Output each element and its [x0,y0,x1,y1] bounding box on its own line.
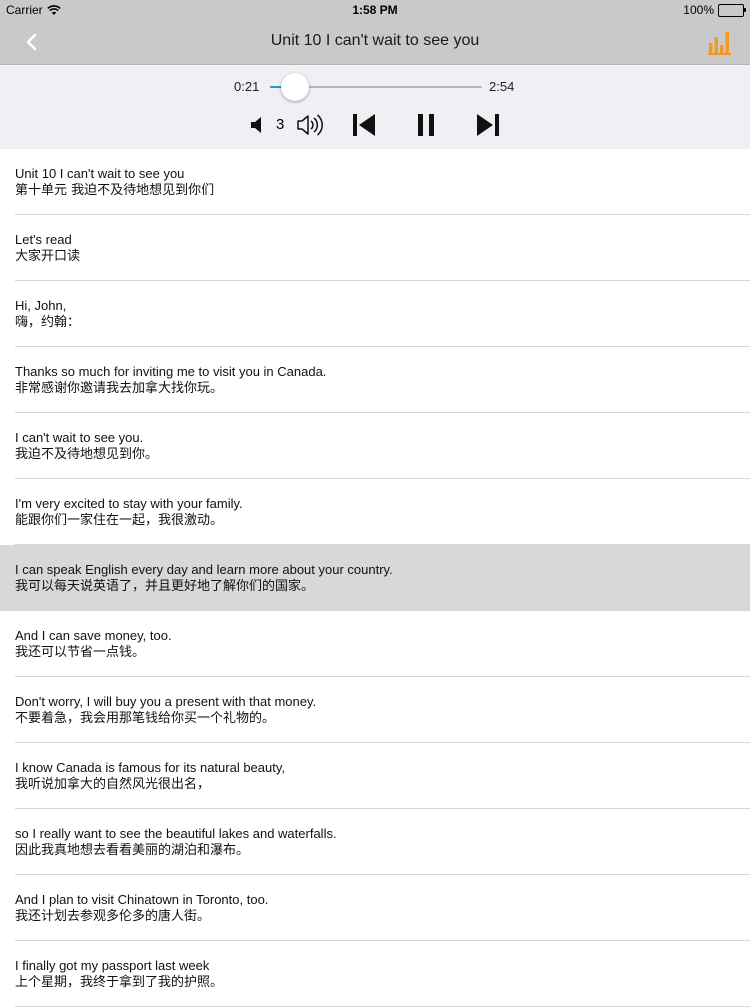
sentence-chinese: 因此我真地想去看看美丽的湖泊和瀑布。 [15,843,250,858]
sentence-english: Hi, John, [15,298,67,313]
volume-level: 3 [276,116,285,133]
playback-controls: 3 [0,109,750,141]
sentence-english: I know Canada is famous for its natural … [15,760,286,775]
equalizer-icon [708,32,731,55]
sentence-row[interactable]: Thanks so much for inviting me to visit … [0,347,750,413]
skip-next-icon [477,114,499,136]
sentence-row[interactable]: And I can save money, too. 我还可以节省一点钱。 [0,611,750,677]
sentence-chinese: 不要着急，我会用那笔钱给你买一个礼物的。 [15,711,276,726]
sentence-chinese: 能跟你们一家住在一起，我很激动。 [15,513,224,528]
sentence-row[interactable]: so I really want to see the beautiful la… [0,809,750,875]
sentence-row[interactable]: I finally got my passport last week 上个星期，… [0,941,750,1007]
sentence-row[interactable]: I can't wait to see you. 我迫不及待地想见到你。 [0,413,750,479]
total-duration: 2:54 [489,79,515,94]
sentence-row[interactable]: Unit 10 I can't wait to see you 第十单元 我迫不及… [0,149,750,215]
sentence-row[interactable]: And I plan to visit Chinatown in Toronto… [0,875,750,941]
page-title: Unit 10 I can't wait to see you [270,32,480,49]
sentence-chinese: 嗨，约翰： [15,315,81,330]
previous-button[interactable] [350,111,378,139]
sentence-chinese: 我还可以节省一点钱。 [15,645,146,660]
equalizer-button[interactable] [708,29,732,55]
status-time: 1:58 PM [352,3,398,17]
sentence-chinese: 我可以每天说英语了，并且更好地了解你们的国家。 [15,579,315,594]
sentence-chinese: 大家开口读 [15,249,81,264]
audio-player: 0:21 2:54 3 [0,65,750,149]
next-button[interactable] [474,111,502,139]
pause-button[interactable] [414,111,438,139]
battery-percent: 100% [683,3,714,17]
sentence-english: so I really want to see the beautiful la… [15,826,337,841]
sentence-chinese: 第十单元 我迫不及待地想见到你们 [15,183,215,198]
sentence-english: And I can save money, too. [15,628,172,643]
volume-down-button[interactable] [248,115,266,135]
sentence-chinese: 我听说加拿大的自然风光很出名， [15,777,211,792]
sentence-row[interactable]: I can speak English every day and learn … [0,545,750,611]
sentence-english: Unit 10 I can't wait to see you [15,166,185,181]
sentence-english: Let's read [15,232,72,247]
sentence-english: I can't wait to see you. [15,430,144,445]
sentence-chinese: 非常感谢你邀请我去加拿大找你玩。 [15,381,224,396]
battery-status: 100% [683,3,746,17]
sentence-english: And I plan to visit Chinatown in Toronto… [15,892,269,907]
speaker-high-icon [297,114,323,136]
sentence-english: I finally got my passport last week [15,958,210,973]
sentence-english: Thanks so much for inviting me to visit … [15,364,327,379]
sentence-row[interactable]: Hi, John, 嗨，约翰： [0,281,750,347]
sentence-list: Unit 10 I can't wait to see you 第十单元 我迫不及… [0,149,750,1007]
sentence-row[interactable]: I'm very excited to stay with your famil… [0,479,750,545]
navigation-bar: Unit 10 I can't wait to see you [0,20,750,65]
sentence-chinese: 上个星期，我终于拿到了我的护照。 [15,975,224,990]
progress-slider[interactable] [270,73,482,101]
volume-up-button[interactable] [296,113,326,137]
sentence-row[interactable]: Don't worry, I will buy you a present wi… [0,677,750,743]
sentence-row[interactable]: Let's read 大家开口读 [0,215,750,281]
sentence-english: I can speak English every day and learn … [15,562,393,577]
sentence-chinese: 我还计划去参观多伦多的唐人街。 [15,909,211,924]
sentence-row[interactable]: I know Canada is famous for its natural … [0,743,750,809]
progress-thumb[interactable] [281,73,310,101]
skip-previous-icon [353,114,375,136]
sentence-chinese: 我迫不及待地想见到你。 [15,447,159,462]
speaker-low-icon [251,117,261,133]
sentence-english: I'm very excited to stay with your famil… [15,496,243,511]
sentence-english: Don't worry, I will buy you a present wi… [15,694,317,709]
status-bar: Carrier 1:58 PM 100% [0,0,750,20]
elapsed-time: 0:21 [234,79,260,94]
pause-icon [418,114,434,136]
battery-icon [718,3,746,17]
